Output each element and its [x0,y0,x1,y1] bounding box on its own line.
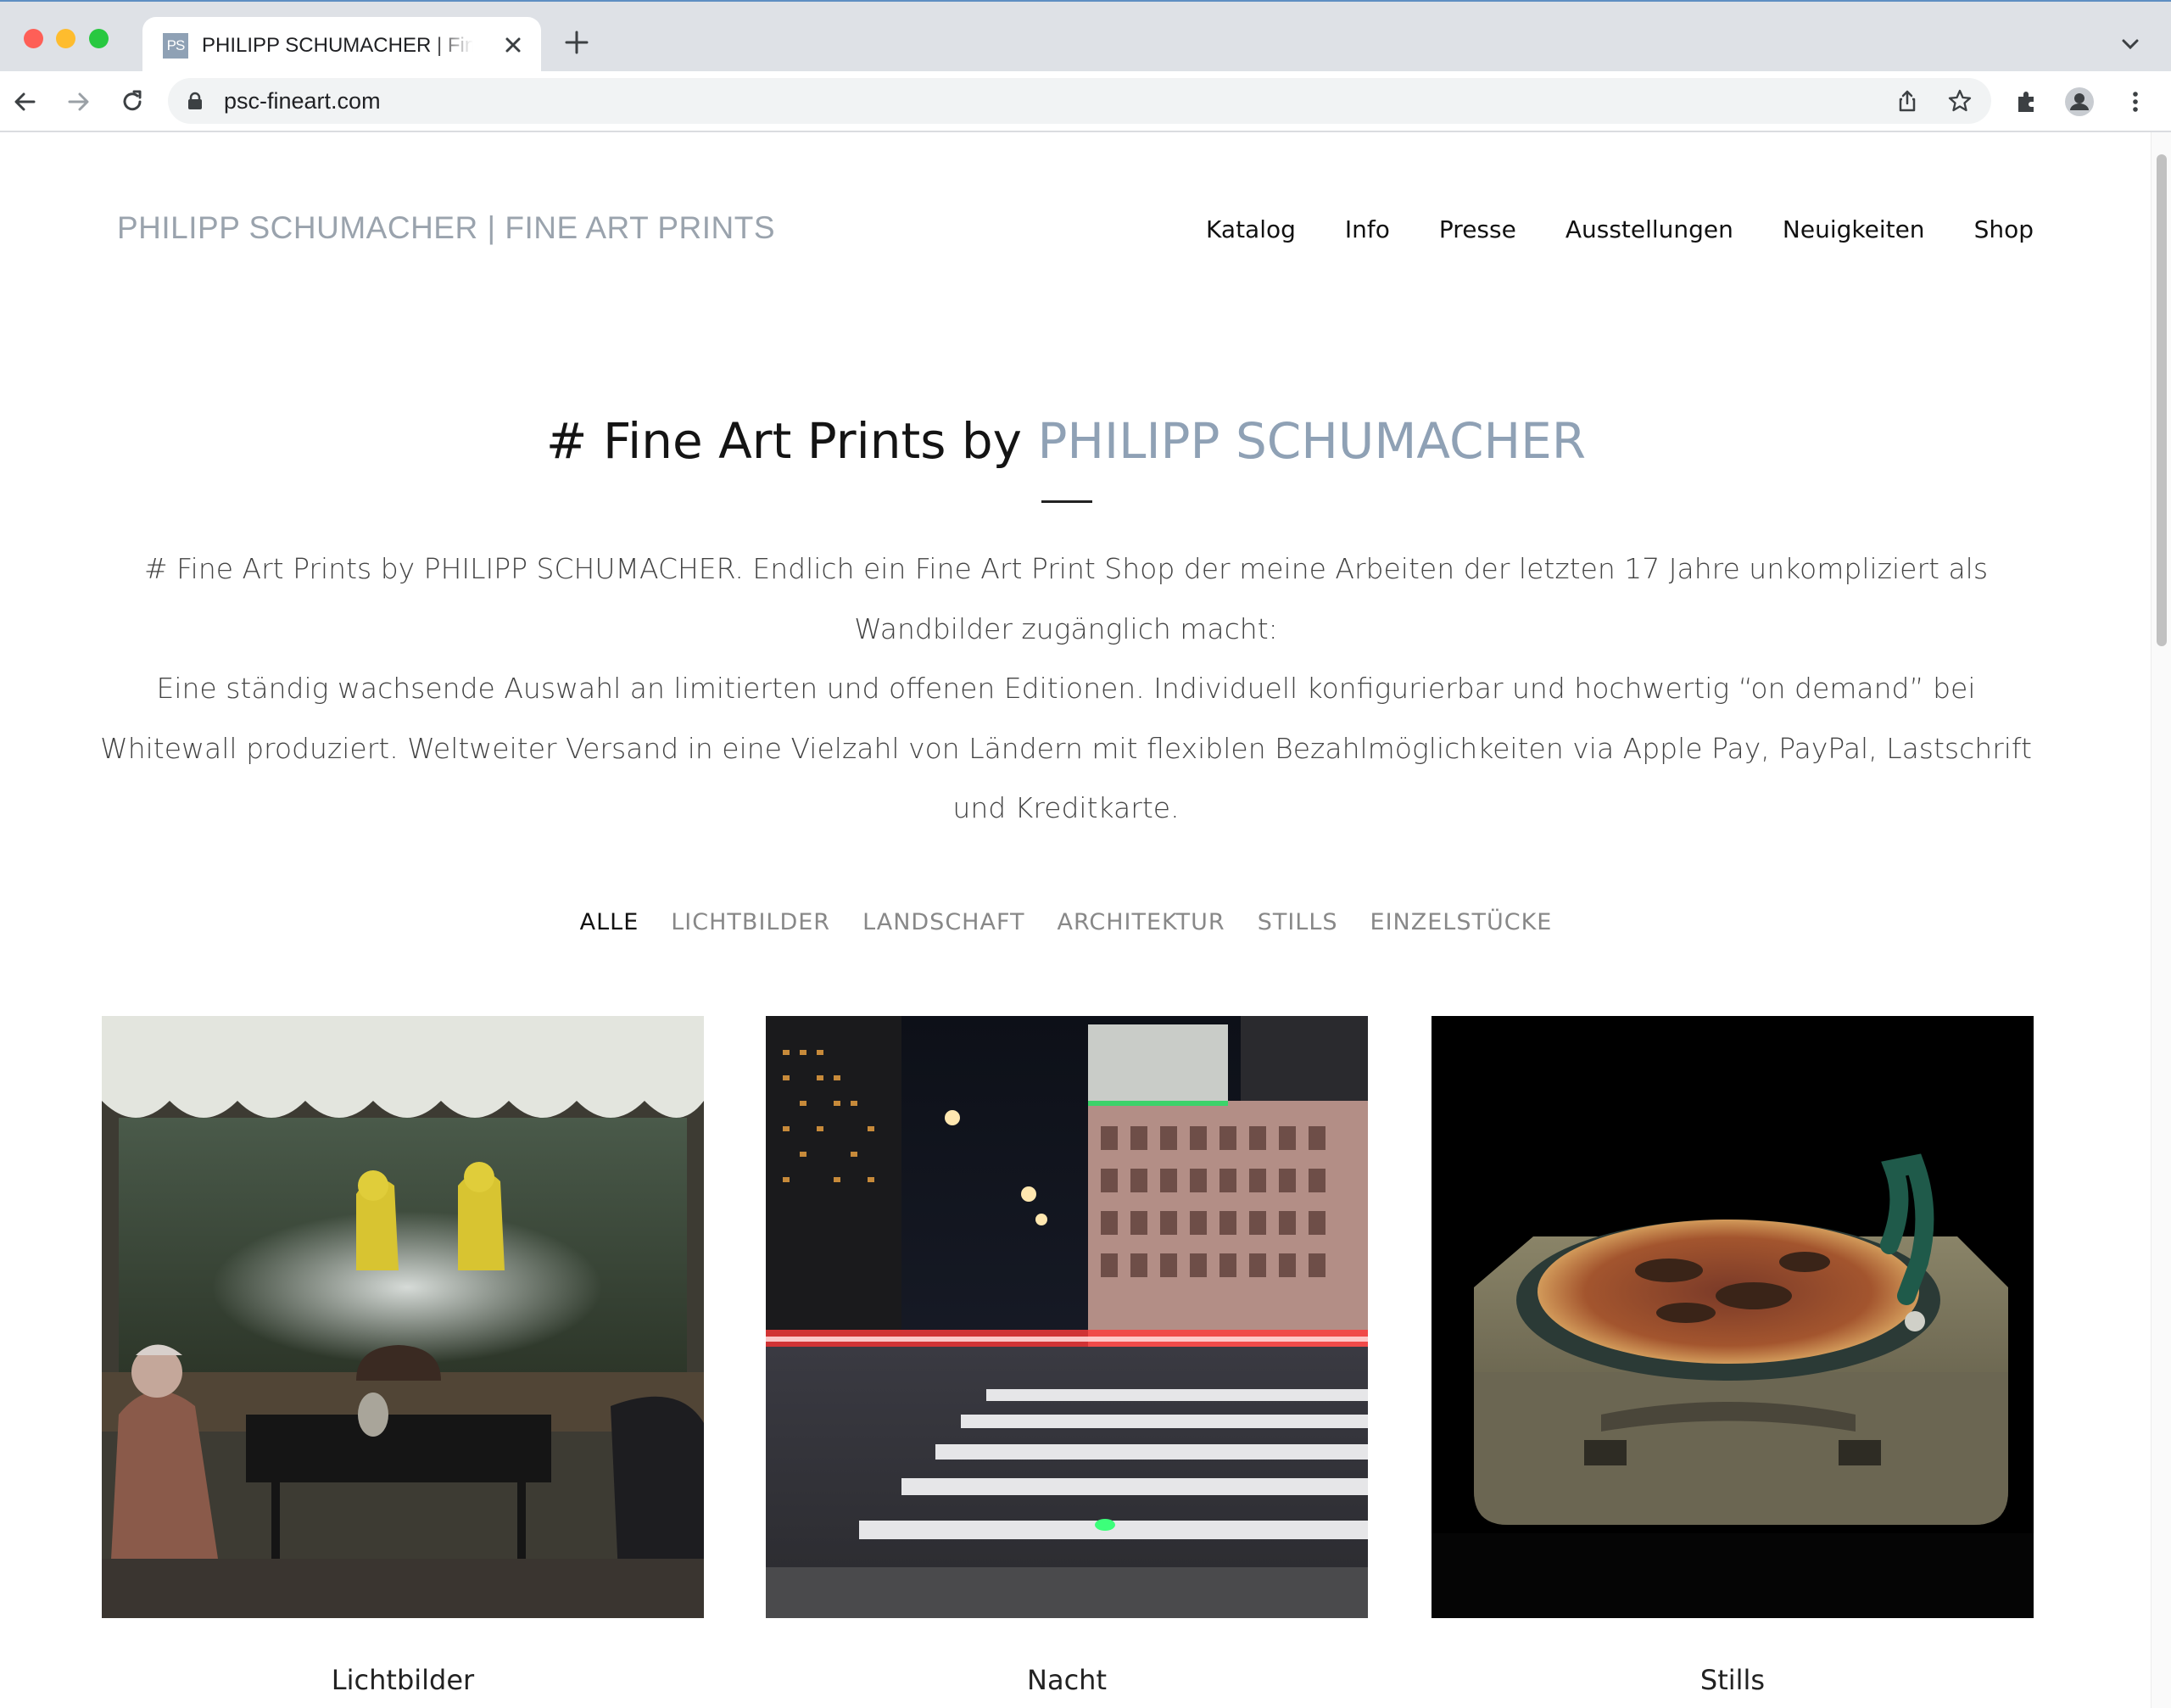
filter-lichtbilder[interactable]: LICHTBILDER [671,909,830,935]
filter-architektur[interactable]: ARCHITEKTUR [1058,909,1225,935]
window-minimize-button[interactable] [56,29,75,48]
address-bar[interactable]: psc-fineart.com [168,78,1991,124]
gallery-image-lichtbilder [102,1016,704,1618]
browser-tab[interactable]: PS PHILIPP SCHUMACHER | Fine Art Prints [142,17,541,73]
nav-info[interactable]: Info [1345,215,1390,243]
reload-icon[interactable] [117,87,148,117]
nav-presse[interactable]: Presse [1439,215,1516,243]
gallery-image-stills [1432,1016,2034,1618]
gallery-item-stills[interactable] [1432,1016,2034,1618]
gallery-item-lichtbilder[interactable] [102,1016,704,1618]
gallery-caption-lichtbilder[interactable]: Lichtbilder [102,1664,704,1696]
back-icon[interactable] [10,87,41,117]
lock-icon[interactable] [187,92,204,110]
tab-title: PHILIPP SCHUMACHER | Fine Art Prints [202,34,473,57]
window-zoom-button[interactable] [89,29,109,48]
profile-icon[interactable] [2064,87,2095,117]
gallery-caption-stills[interactable]: Stills [1432,1664,2034,1696]
filter-einzelstuecke[interactable]: EINZELSTÜCKE [1370,909,1553,935]
gallery-item-nacht[interactable] [766,1016,1368,1618]
window-close-button[interactable] [24,29,43,48]
category-filter: ALLE LICHTBILDER LANDSCHAFT ARCHITEKTUR … [0,909,2132,935]
close-icon[interactable] [499,31,527,59]
main-nav: Katalog Info Presse Ausstellungen Neuigk… [1206,215,2034,243]
page-title-prefix: # Fine Art Prints by [545,412,1038,470]
gallery-image-nacht [766,1016,1368,1618]
nav-neuigkeiten[interactable]: Neuigkeiten [1783,215,1925,243]
nav-ausstellungen[interactable]: Ausstellungen [1565,215,1733,243]
tab-favicon: PS [163,33,188,59]
page-title-name: PHILIPP SCHUMACHER [1037,412,1587,470]
nav-shop[interactable]: Shop [1974,215,2034,243]
chevron-down-icon[interactable] [2120,34,2140,54]
intro-paragraph-2: Eine ständig wachsende Auswahl an limiti… [100,672,2032,824]
forward-icon[interactable] [63,87,93,117]
page-scrollbar[interactable] [2151,132,2171,1708]
filter-landschaft[interactable]: LANDSCHAFT [862,909,1024,935]
star-icon[interactable] [1947,88,1973,114]
intro-paragraph-1: # Fine Art Prints by PHILIPP SCHUMACHER.… [143,552,1989,645]
browser-toolbar: psc-fineart.com [0,71,2171,132]
menu-icon[interactable] [2120,87,2151,117]
share-icon[interactable] [1895,88,1920,114]
site-logo[interactable]: PHILIPP SCHUMACHER | FINE ART PRINTS [117,210,775,246]
intro-text: # Fine Art Prints by PHILIPP SCHUMACHER.… [93,539,2039,839]
extensions-icon[interactable] [2012,87,2042,117]
title-divider [1041,500,1092,503]
scrollbar-thumb[interactable] [2157,154,2167,646]
plus-icon[interactable] [563,29,590,56]
url-text: psc-fineart.com [224,88,381,114]
filter-alle[interactable]: ALLE [580,909,639,935]
gallery-caption-nacht[interactable]: Nacht [766,1664,1368,1696]
filter-stills[interactable]: STILLS [1258,909,1338,935]
browser-tab-strip: PS PHILIPP SCHUMACHER | Fine Art Prints [0,0,2171,73]
nav-katalog[interactable]: Katalog [1206,215,1296,243]
page-title: # Fine Art Prints by PHILIPP SCHUMACHER [0,412,2132,470]
